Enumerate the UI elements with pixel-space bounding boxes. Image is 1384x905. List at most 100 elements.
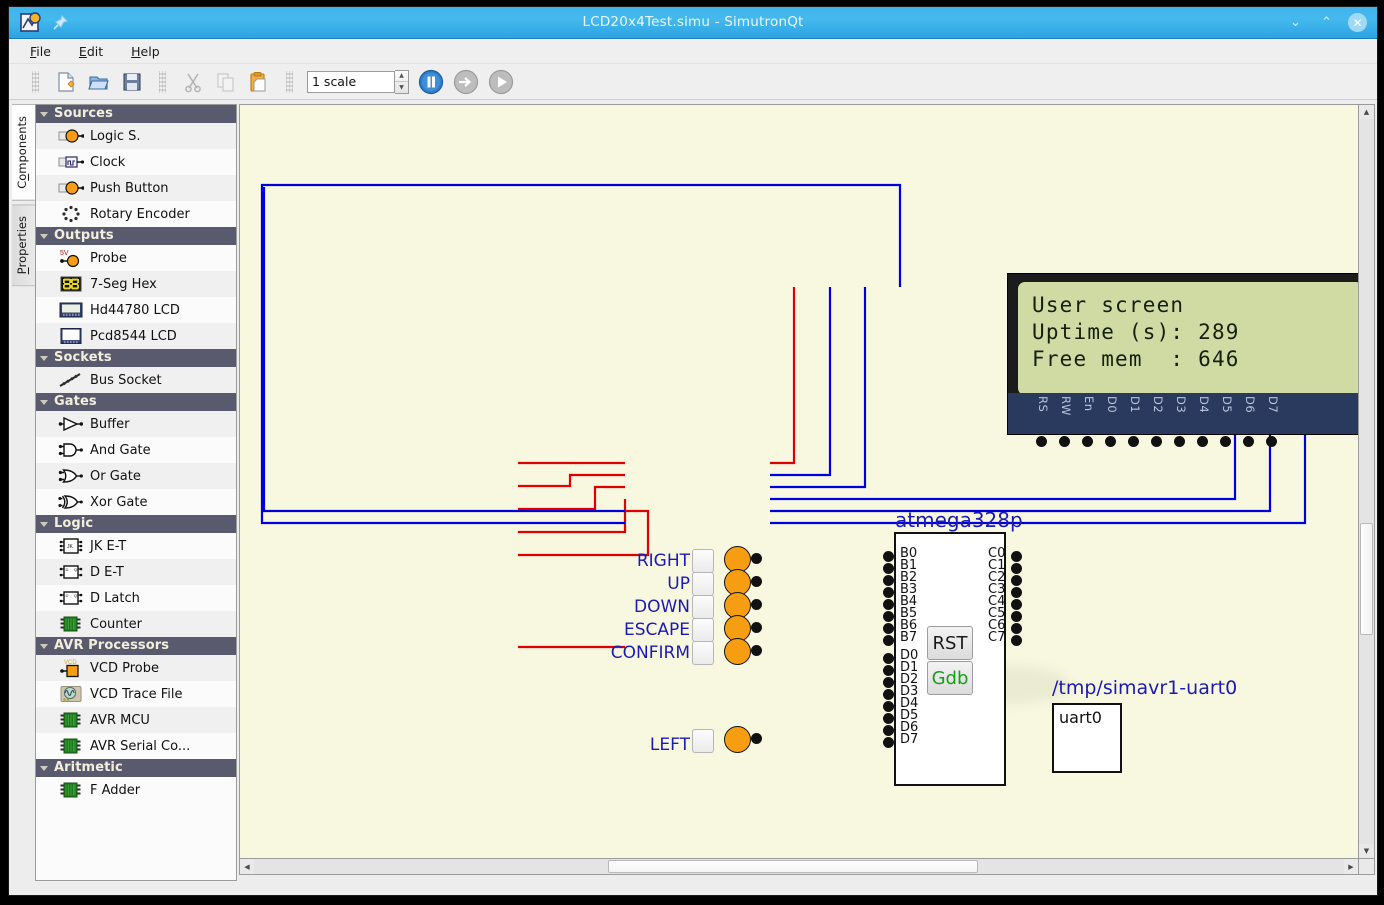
led-pin-dot[interactable] [751, 599, 762, 610]
lcd-pin-dot[interactable] [1174, 436, 1185, 447]
switch-body-confirm[interactable] [692, 641, 714, 665]
scroll-left-arrow[interactable]: ◀ [240, 859, 254, 874]
component-rotary-encoder[interactable]: Rotary Encoder [36, 201, 236, 227]
maximize-button[interactable]: ⌃ [1317, 13, 1336, 32]
scale-step-up[interactable]: ▲ [395, 71, 408, 83]
component-vcd-trace-file[interactable]: VCD Trace File [36, 681, 236, 707]
section-header-gates[interactable]: Gates [36, 393, 236, 411]
lcd-pin-dot[interactable] [1266, 436, 1277, 447]
vertical-scroll-thumb[interactable] [1360, 523, 1373, 635]
lcd-pin-dot[interactable] [1105, 436, 1116, 447]
component-jk-flipflop[interactable]: JK JK E-T [36, 533, 236, 559]
mcu-pin-dot[interactable] [883, 665, 894, 676]
mcu-pin-dot[interactable] [1011, 587, 1022, 598]
lcd-pin-dot[interactable] [1197, 436, 1208, 447]
section-header-sockets[interactable]: Sockets [36, 349, 236, 367]
component-or-gate[interactable]: Or Gate [36, 463, 236, 489]
mcu-pin-dot[interactable] [1011, 575, 1022, 586]
scroll-right-arrow[interactable]: ▶ [1344, 859, 1358, 874]
led-indicator-left[interactable] [724, 726, 751, 753]
switch-body-down[interactable] [692, 595, 714, 619]
switch-body-up[interactable] [692, 572, 714, 596]
mcu-pin-dot[interactable] [1011, 563, 1022, 574]
mcu-pin-dot[interactable] [883, 563, 894, 574]
led-indicator-confirm[interactable] [724, 638, 751, 665]
led-pin-dot[interactable] [751, 622, 762, 633]
component-counter[interactable]: Counter [36, 611, 236, 637]
component-d-flipflop[interactable]: DQ D E-T [36, 559, 236, 585]
scroll-up-arrow[interactable]: ▲ [1359, 105, 1374, 119]
component-avr-mcu[interactable]: AVR MCU [36, 707, 236, 733]
mcu-pin-dot[interactable] [883, 551, 894, 562]
lcd-pin-dot[interactable] [1036, 436, 1047, 447]
component-d-latch[interactable]: DQ D Latch [36, 585, 236, 611]
horizontal-scrollbar[interactable]: ◀ ▶ [239, 858, 1359, 875]
led-pin-dot[interactable] [751, 553, 762, 564]
gdb-button[interactable]: Gdb [927, 661, 973, 695]
scale-step-down[interactable]: ▼ [395, 82, 408, 93]
schematic-canvas[interactable]: User screen Uptime (s): 289 Free mem : 6… [239, 104, 1359, 859]
lcd-pin-dot[interactable] [1220, 436, 1231, 447]
components-panel[interactable]: Sources Logic S. Clock Push Button [35, 104, 237, 881]
mcu-pin-dot[interactable] [883, 635, 894, 646]
close-button[interactable]: ✕ [1348, 13, 1367, 32]
led-pin-dot[interactable] [751, 645, 762, 656]
mcu-pin-dot[interactable] [883, 611, 894, 622]
vertical-scrollbar[interactable]: ▲ ▼ [1359, 104, 1375, 859]
lcd-pin-dot[interactable] [1128, 436, 1139, 447]
component-vcd-probe[interactable]: VCD VCD Probe [36, 655, 236, 681]
component-xor-gate[interactable]: Xor Gate [36, 489, 236, 515]
mcu-pin-dot[interactable] [883, 575, 894, 586]
mcu-pin-dot[interactable] [1011, 623, 1022, 634]
switch-body-escape[interactable] [692, 618, 714, 642]
lcd-pin-dot[interactable] [1243, 436, 1254, 447]
switch-body-left[interactable] [692, 729, 714, 753]
menu-edit[interactable]: Edit [76, 42, 106, 61]
section-header-sources[interactable]: Sources [36, 105, 236, 123]
open-file-icon[interactable] [84, 68, 114, 96]
mcu-pin-dot[interactable] [883, 623, 894, 634]
scroll-down-arrow[interactable]: ▼ [1359, 844, 1374, 858]
mcu-pin-dot[interactable] [883, 701, 894, 712]
save-file-icon[interactable] [117, 68, 147, 96]
component-avr-serial-console[interactable]: AVR Serial Co... [36, 733, 236, 759]
component-f-adder[interactable]: F Adder [36, 777, 236, 803]
paste-icon[interactable] [244, 68, 274, 96]
section-header-logic[interactable]: Logic [36, 515, 236, 533]
section-header-outputs[interactable]: Outputs [36, 227, 236, 245]
new-file-icon[interactable] [51, 68, 81, 96]
scale-stepper[interactable]: ▲ ▼ [395, 70, 409, 94]
component-push-button[interactable]: Push Button [36, 175, 236, 201]
mcu-pin-dot[interactable] [883, 737, 894, 748]
lcd-pin-dot[interactable] [1059, 436, 1070, 447]
section-header-avr-processors[interactable]: AVR Processors [36, 637, 236, 655]
mcu-pin-dot[interactable] [883, 653, 894, 664]
mcu-pin-dot[interactable] [1011, 599, 1022, 610]
component-logic-source[interactable]: Logic S. [36, 123, 236, 149]
scale-spinbox[interactable]: 1 scale ▲ ▼ [307, 70, 409, 94]
mcu-pin-dot[interactable] [883, 587, 894, 598]
mcu-pin-dot[interactable] [883, 599, 894, 610]
component-clock[interactable]: Clock [36, 149, 236, 175]
mcu-pin-dot[interactable] [1011, 611, 1022, 622]
led-pin-dot[interactable] [751, 733, 762, 744]
pause-icon[interactable] [418, 69, 444, 95]
component-buffer[interactable]: Buffer [36, 411, 236, 437]
menu-help[interactable]: Help [128, 42, 163, 61]
mcu-pin-dot[interactable] [883, 689, 894, 700]
mcu-pin-dot[interactable] [1011, 551, 1022, 562]
component-and-gate[interactable]: And Gate [36, 437, 236, 463]
mcu-pin-dot[interactable] [883, 713, 894, 724]
led-pin-dot[interactable] [751, 576, 762, 587]
section-header-aritmetic[interactable]: Aritmetic [36, 759, 236, 777]
switch-body-right[interactable] [692, 549, 714, 573]
component-seven-seg-hex[interactable]: 7-Seg Hex [36, 271, 236, 297]
reset-button[interactable]: RST [927, 626, 973, 660]
mcu-pin-dot[interactable] [883, 677, 894, 688]
horizontal-scroll-thumb[interactable] [608, 860, 978, 873]
component-pcd8544-lcd[interactable]: Pcd8544 LCD [36, 323, 236, 349]
scale-input[interactable]: 1 scale [307, 71, 395, 93]
mcu-pin-dot[interactable] [883, 725, 894, 736]
lcd-pin-dot[interactable] [1151, 436, 1162, 447]
component-probe[interactable]: 5V Probe [36, 245, 236, 271]
